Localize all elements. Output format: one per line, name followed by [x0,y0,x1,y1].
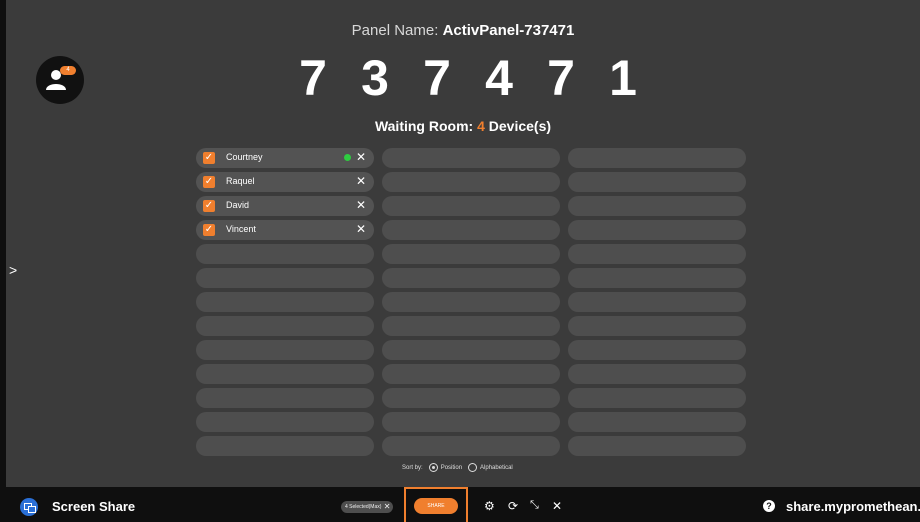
device-count: 4 [477,118,485,134]
empty-device-slot [196,412,374,432]
remove-device-icon[interactable]: ✕ [356,150,366,164]
empty-device-slot [568,148,746,168]
code-digit: 3 [361,50,389,106]
empty-device-slot [382,196,560,216]
settings-gear-icon[interactable]: ⚙ [484,499,495,513]
device-checkbox[interactable]: ✓ [203,152,215,164]
refresh-icon[interactable]: ⟳ [508,499,518,513]
sort-controls: Sort by: Position Alphabetical [402,463,513,472]
empty-device-slot [568,412,746,432]
empty-device-slot [382,148,560,168]
device-slot[interactable]: ✓ Vincent ✕ [196,220,374,240]
empty-device-slot [568,220,746,240]
sort-alphabetical-radio[interactable] [468,463,478,472]
empty-device-slot [382,340,560,360]
share-button[interactable]: SHARE [414,498,458,514]
device-slot[interactable]: ✓ Courtney ✕ [196,148,374,168]
empty-device-slot [382,292,560,312]
app-title: Screen Share [52,499,136,514]
empty-device-slot [196,292,374,312]
remove-device-icon[interactable]: ✕ [356,198,366,212]
empty-device-slot [568,388,746,408]
participants-button[interactable]: 4 [36,56,84,104]
clear-selection-icon[interactable]: ✕ [384,501,391,513]
sort-alphabetical-label: Alphabetical [480,464,513,471]
collapse-icon[interactable]: ⤡ [530,499,539,512]
bottom-toolbar: Screen Share 4 Selected(Max) ✕ SHARE ⚙ ⟳ … [0,487,920,522]
empty-device-slot [382,388,560,408]
waiting-room-status: Waiting Room: 4 Device(s) [374,118,552,134]
empty-device-slot [382,244,560,264]
empty-device-slot [568,316,746,336]
empty-device-slot [196,244,374,264]
panel-code: 737471 [282,52,654,104]
empty-device-slot [568,196,746,216]
empty-device-slot [382,172,560,192]
empty-device-slot [382,436,560,456]
empty-device-slot [196,268,374,288]
empty-device-slot [196,388,374,408]
code-digit: 4 [485,50,513,106]
code-digit: 7 [299,50,327,106]
close-icon[interactable]: ✕ [552,499,562,513]
device-name: Courtney [226,152,263,162]
panel-name-value: ActivPanel-737471 [442,22,575,39]
share-url: share.mypromethean.com [786,499,920,514]
main-area: Panel Name: ActivPanel-737471 4 737471 W… [6,0,920,487]
empty-device-slot [382,268,560,288]
device-slot[interactable]: ✓ David ✕ [196,196,374,216]
device-name: Vincent [226,224,256,234]
device-slot[interactable]: ✓ Raquel ✕ [196,172,374,192]
empty-device-slot [196,364,374,384]
empty-device-slot [568,268,746,288]
device-grid: ✓ Courtney ✕ ✓ Raquel ✕ ✓ David ✕ ✓ Vincent ✕ [196,148,746,456]
online-status-icon [344,154,351,161]
empty-device-slot [196,316,374,336]
empty-device-slot [196,340,374,360]
code-digit: 7 [547,50,575,106]
empty-device-slot [568,172,746,192]
screen-share-icon [20,498,38,516]
participants-badge: 4 [60,66,76,75]
device-checkbox[interactable]: ✓ [203,200,215,212]
sort-label: Sort by: [402,464,423,471]
sort-position-radio[interactable] [428,463,438,472]
code-digit: 1 [609,50,637,106]
empty-device-slot [568,436,746,456]
remove-device-icon[interactable]: ✕ [356,222,366,236]
device-checkbox[interactable]: ✓ [203,176,215,188]
help-icon[interactable]: ? [763,500,775,512]
empty-device-slot [568,292,746,312]
device-name: Raquel [226,176,255,186]
device-checkbox[interactable]: ✓ [203,224,215,236]
empty-device-slot [568,244,746,264]
empty-device-slot [382,364,560,384]
sort-position-label: Position [440,464,463,471]
selected-count-pill[interactable]: 4 Selected(Max) ✕ [341,501,394,513]
empty-device-slot [382,412,560,432]
empty-device-slot [568,340,746,360]
empty-device-slot [196,436,374,456]
panel-name: Panel Name: ActivPanel-737471 [351,22,575,39]
empty-device-slot [382,220,560,240]
empty-device-slot [568,364,746,384]
device-name: David [226,200,250,210]
empty-device-slot [382,316,560,336]
remove-device-icon[interactable]: ✕ [356,174,366,188]
expand-arrow-icon[interactable]: > [9,262,17,278]
code-digit: 7 [423,50,451,106]
